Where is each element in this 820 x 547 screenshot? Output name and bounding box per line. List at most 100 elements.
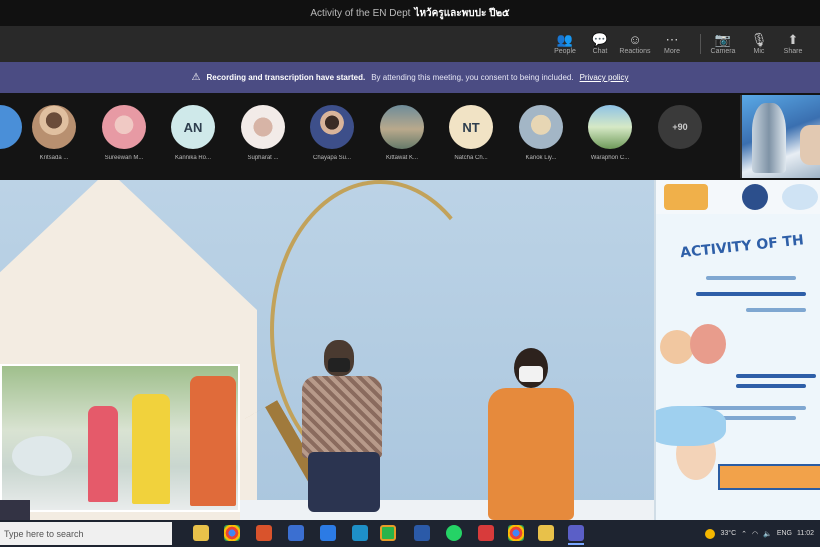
reactions-label: Reactions bbox=[619, 48, 651, 55]
people-button[interactable]: 👥 People bbox=[548, 28, 582, 60]
participant-tile[interactable]: Supharat ... bbox=[233, 105, 293, 177]
event-photo-image bbox=[2, 366, 238, 510]
photo-person bbox=[190, 376, 236, 506]
weather-icon bbox=[705, 528, 716, 539]
volume-icon[interactable]: 🔈 bbox=[763, 530, 772, 538]
avatar-initials: AN bbox=[183, 119, 203, 135]
participant-name: Sureewan M... bbox=[104, 155, 144, 161]
overflow-avatar: +90 bbox=[658, 105, 702, 149]
avatar bbox=[0, 105, 22, 149]
word-icon[interactable] bbox=[414, 525, 430, 541]
speaker-man bbox=[296, 340, 388, 520]
taskbar-search-box[interactable]: Type here to search bbox=[0, 522, 172, 545]
chrome2-icon[interactable] bbox=[508, 525, 524, 541]
participant-name: Kannika Ro... bbox=[174, 155, 212, 161]
window-titlebar: Activity of the EN Dept ไหว้ครูและพบปะ ป… bbox=[0, 0, 820, 26]
video-corner-label bbox=[0, 500, 30, 520]
camera-button[interactable]: 📷 Camera bbox=[706, 28, 740, 60]
avatar: NT bbox=[449, 105, 493, 149]
participant-tile[interactable]: Kittawat K... bbox=[372, 105, 432, 177]
chrome-icon[interactable] bbox=[224, 525, 240, 541]
chat-label: Chat bbox=[592, 48, 608, 55]
share-button[interactable]: ⬆ Share bbox=[776, 28, 810, 60]
mic-button[interactable]: 🎙 Mic bbox=[742, 28, 776, 60]
poster-cartoon-kid bbox=[660, 330, 694, 364]
active-app-indicator bbox=[568, 543, 584, 545]
avatar bbox=[588, 105, 632, 149]
chat-icon: 💬 bbox=[591, 32, 609, 47]
whatsapp-icon[interactable] bbox=[446, 525, 462, 541]
toolbar-divider bbox=[700, 34, 701, 54]
recording-banner-text: By attending this meeting, you consent t… bbox=[371, 73, 574, 82]
edge-icon[interactable] bbox=[352, 525, 368, 541]
store-icon[interactable] bbox=[288, 525, 304, 541]
folder-icon[interactable] bbox=[538, 525, 554, 541]
mic-label: Mic bbox=[753, 48, 765, 55]
self-video-preview[interactable] bbox=[740, 95, 820, 178]
system-tray: 33°C ⌃ ◠ 🔈 ENG 11:02 bbox=[705, 524, 820, 543]
wifi-icon[interactable]: ◠ bbox=[752, 530, 758, 538]
poster-text-line bbox=[696, 292, 806, 296]
avatar: AN bbox=[171, 105, 215, 149]
participant-tile[interactable]: Sureewan M... bbox=[94, 105, 154, 177]
photo-person bbox=[88, 406, 118, 502]
meeting-title-prefix: Activity of the EN Dept bbox=[310, 7, 411, 19]
avatar bbox=[519, 105, 563, 149]
avatar-initials: NT bbox=[462, 119, 480, 135]
reactions-button[interactable]: ☺ Reactions bbox=[618, 28, 652, 60]
share-icon: ⬆ bbox=[787, 32, 799, 47]
participant-name: Kanok Liy... bbox=[525, 155, 557, 161]
more-button[interactable]: ⋯ More bbox=[655, 28, 689, 60]
participant-tile[interactable]: Waraphon C... bbox=[580, 105, 640, 177]
chat-button[interactable]: 💬 Chat bbox=[583, 28, 617, 60]
privacy-policy-link[interactable]: Privacy policy bbox=[580, 73, 629, 82]
avatar bbox=[102, 105, 146, 149]
clock[interactable]: 11:02 bbox=[797, 530, 814, 537]
participant-tile[interactable]: Kanok Liy... bbox=[511, 105, 571, 177]
poster-cartoon-kid bbox=[690, 324, 726, 364]
event-photo bbox=[0, 364, 240, 512]
participant-tile[interactable]: NT Natcha Ch... bbox=[441, 105, 501, 177]
avatar bbox=[310, 105, 354, 149]
teams-icon[interactable] bbox=[568, 525, 584, 541]
participant-tile[interactable]: Chayapa Su... bbox=[302, 105, 362, 177]
file-explorer-icon[interactable] bbox=[193, 525, 209, 541]
chevron-up-icon[interactable]: ⌃ bbox=[741, 530, 747, 538]
camera-label: Camera bbox=[710, 48, 736, 55]
participant-strip: Kritsada ... Sureewan M... AN Kannika Ro… bbox=[0, 93, 820, 180]
photo-person bbox=[132, 394, 170, 504]
video-background-tower bbox=[752, 103, 786, 173]
people-icon: 👥 bbox=[556, 32, 574, 47]
search-placeholder: Type here to search bbox=[4, 528, 84, 539]
poster-title: ACTIVITY OF TH bbox=[679, 232, 805, 262]
self-video-face bbox=[800, 125, 820, 165]
acrobat-icon[interactable] bbox=[478, 525, 494, 541]
participant-tile[interactable]: AN Kannika Ro... bbox=[163, 105, 223, 177]
mic-icon: 🎙 bbox=[750, 32, 768, 47]
poster-logo bbox=[664, 184, 708, 210]
office-icon[interactable] bbox=[256, 525, 272, 541]
poster-text-line bbox=[736, 384, 806, 388]
more-participants-tile[interactable]: +90 bbox=[650, 105, 710, 177]
line-icon[interactable] bbox=[380, 525, 396, 541]
participant-tile[interactable]: Kritsada ... bbox=[24, 105, 84, 177]
speaker-woman bbox=[484, 348, 576, 520]
avatar bbox=[380, 105, 424, 149]
recording-banner: ⚠ Recording and transcription have start… bbox=[0, 62, 820, 93]
event-poster: ACTIVITY OF TH bbox=[654, 180, 820, 520]
weather-temp[interactable]: 33°C bbox=[720, 530, 736, 537]
participant-name: Supharat ... bbox=[247, 155, 279, 161]
meeting-title: ไหว้ครูและพบปะ ปี๒๕ bbox=[414, 7, 510, 19]
share-label: Share bbox=[783, 48, 803, 55]
poster-footer-banner bbox=[718, 464, 820, 490]
participant-name: Waraphon C... bbox=[590, 155, 630, 161]
more-label: More bbox=[664, 48, 680, 55]
more-icon: ⋯ bbox=[665, 32, 679, 47]
shared-video-stage: ACTIVITY OF TH bbox=[0, 180, 820, 520]
reactions-icon: ☺ bbox=[628, 32, 642, 47]
overflow-count: +90 bbox=[672, 122, 688, 132]
language-indicator[interactable]: ENG bbox=[777, 530, 792, 537]
mail-icon[interactable] bbox=[320, 525, 336, 541]
poster-text-line bbox=[736, 374, 816, 378]
participant-name: Natcha Ch... bbox=[454, 155, 488, 161]
